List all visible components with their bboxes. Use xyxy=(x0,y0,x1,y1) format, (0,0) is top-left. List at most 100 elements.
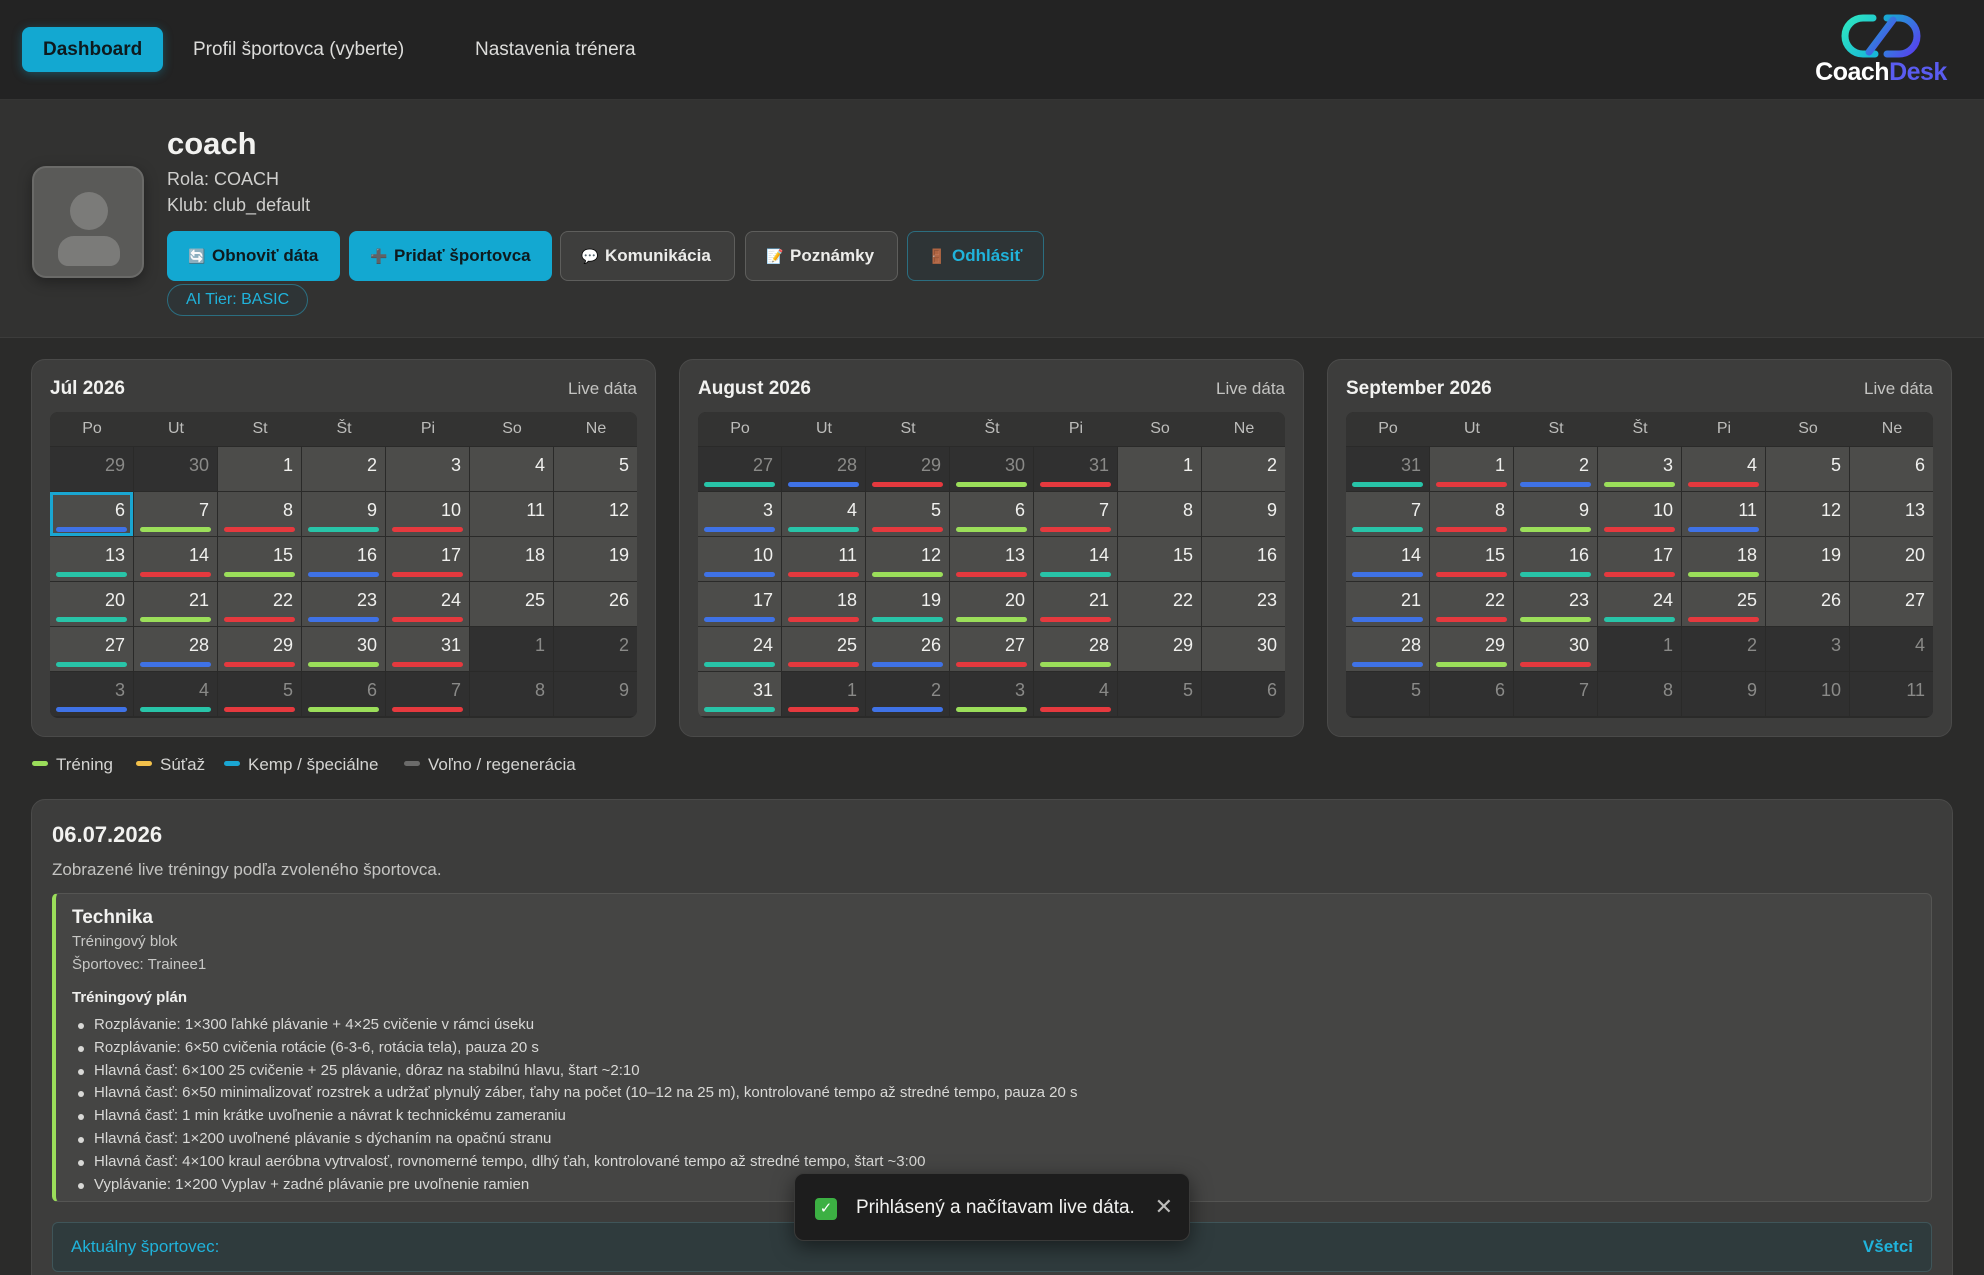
calendar-day[interactable]: 18 xyxy=(782,582,865,626)
calendar-day[interactable]: 11 xyxy=(1682,492,1765,536)
close-icon[interactable]: ✕ xyxy=(1155,1194,1173,1220)
calendar-day[interactable]: 7 xyxy=(134,492,217,536)
calendar-day[interactable]: 11 xyxy=(782,537,865,581)
calendar-day[interactable]: 2 xyxy=(1682,627,1765,671)
calendar-day[interactable]: 4 xyxy=(1682,447,1765,491)
calendar-day[interactable]: 28 xyxy=(134,627,217,671)
calendar-day[interactable]: 31 xyxy=(386,627,469,671)
calendar-day[interactable]: 10 xyxy=(1766,672,1849,716)
calendar-day[interactable]: 8 xyxy=(1430,492,1513,536)
calendar-day[interactable]: 6 xyxy=(1202,672,1285,716)
calendar-day[interactable]: 6 xyxy=(1430,672,1513,716)
calendar-day[interactable]: 9 xyxy=(1514,492,1597,536)
calendar-day[interactable]: 14 xyxy=(1034,537,1117,581)
coachdesk-logo[interactable]: CoachDesk xyxy=(1806,8,1956,92)
calendar-day[interactable]: 2 xyxy=(302,447,385,491)
notes-button[interactable]: 📝 Poznámky xyxy=(745,231,898,281)
calendar-day[interactable]: 20 xyxy=(1850,537,1933,581)
calendar-day[interactable]: 24 xyxy=(1598,582,1681,626)
calendar-day[interactable]: 26 xyxy=(1766,582,1849,626)
calendar-day[interactable]: 29 xyxy=(1118,627,1201,671)
calendar-day[interactable]: 6 xyxy=(302,672,385,716)
calendar-day[interactable]: 6 xyxy=(950,492,1033,536)
calendar-day-selected[interactable]: 6 xyxy=(50,492,133,536)
calendar-day[interactable]: 2 xyxy=(1202,447,1285,491)
calendar-day[interactable]: 25 xyxy=(1682,582,1765,626)
calendar-day[interactable]: 11 xyxy=(1850,672,1933,716)
calendar-day[interactable]: 8 xyxy=(218,492,301,536)
calendar-day[interactable]: 30 xyxy=(302,627,385,671)
calendar-day[interactable]: 27 xyxy=(50,627,133,671)
calendar-day[interactable]: 25 xyxy=(782,627,865,671)
calendar-day[interactable]: 15 xyxy=(1430,537,1513,581)
calendar-day[interactable]: 21 xyxy=(1034,582,1117,626)
calendar-day[interactable]: 15 xyxy=(218,537,301,581)
calendar-day[interactable]: 5 xyxy=(1766,447,1849,491)
calendar-day[interactable]: 22 xyxy=(1118,582,1201,626)
calendar-day[interactable]: 9 xyxy=(554,672,637,716)
calendar-day[interactable]: 24 xyxy=(386,582,469,626)
calendar-day[interactable]: 17 xyxy=(698,582,781,626)
calendar-day[interactable]: 9 xyxy=(1682,672,1765,716)
calendar-day[interactable]: 29 xyxy=(866,447,949,491)
calendar-day[interactable]: 10 xyxy=(386,492,469,536)
calendar-day[interactable]: 17 xyxy=(1598,537,1681,581)
calendar-day[interactable]: 3 xyxy=(50,672,133,716)
calendar-day[interactable]: 3 xyxy=(1766,627,1849,671)
calendar-day[interactable]: 30 xyxy=(1514,627,1597,671)
calendar-day[interactable]: 22 xyxy=(218,582,301,626)
calendar-day[interactable]: 8 xyxy=(470,672,553,716)
calendar-day[interactable]: 6 xyxy=(1850,447,1933,491)
calendar-day[interactable]: 1 xyxy=(1598,627,1681,671)
calendar-day[interactable]: 2 xyxy=(866,672,949,716)
calendar-day[interactable]: 11 xyxy=(470,492,553,536)
calendar-day[interactable]: 19 xyxy=(1766,537,1849,581)
logout-button[interactable]: 🚪 Odhlásiť xyxy=(907,231,1044,281)
calendar-day[interactable]: 20 xyxy=(50,582,133,626)
calendar-day[interactable]: 7 xyxy=(1514,672,1597,716)
calendar-day[interactable]: 26 xyxy=(866,627,949,671)
calendar-day[interactable]: 16 xyxy=(1202,537,1285,581)
calendar-day[interactable]: 24 xyxy=(698,627,781,671)
communication-button[interactable]: 💬 Komunikácia xyxy=(560,231,735,281)
refresh-data-button[interactable]: 🔄 Obnoviť dáta xyxy=(167,231,340,281)
calendar-day[interactable]: 16 xyxy=(1514,537,1597,581)
calendar-day[interactable]: 18 xyxy=(1682,537,1765,581)
calendar-day[interactable]: 1 xyxy=(218,447,301,491)
calendar-day[interactable]: 23 xyxy=(1514,582,1597,626)
calendar-day[interactable]: 18 xyxy=(470,537,553,581)
calendar-day[interactable]: 13 xyxy=(1850,492,1933,536)
calendar-day[interactable]: 31 xyxy=(1034,447,1117,491)
calendar-day[interactable]: 12 xyxy=(866,537,949,581)
calendar-day[interactable]: 12 xyxy=(1766,492,1849,536)
calendar-day[interactable]: 31 xyxy=(1346,447,1429,491)
calendar-day[interactable]: 8 xyxy=(1118,492,1201,536)
calendar-day[interactable]: 21 xyxy=(1346,582,1429,626)
calendar-day[interactable]: 2 xyxy=(554,627,637,671)
nav-athlete-profile[interactable]: Profil športovca (vyberte) xyxy=(172,27,425,72)
calendar-day[interactable]: 10 xyxy=(1598,492,1681,536)
calendar-day[interactable]: 1 xyxy=(1118,447,1201,491)
calendar-day[interactable]: 13 xyxy=(950,537,1033,581)
calendar-day[interactable]: 27 xyxy=(1850,582,1933,626)
calendar-day[interactable]: 25 xyxy=(470,582,553,626)
calendar-day[interactable]: 5 xyxy=(554,447,637,491)
calendar-day[interactable]: 5 xyxy=(866,492,949,536)
calendar-day[interactable]: 30 xyxy=(950,447,1033,491)
calendar-day[interactable]: 22 xyxy=(1430,582,1513,626)
calendar-day[interactable]: 5 xyxy=(218,672,301,716)
calendar-day[interactable]: 4 xyxy=(1034,672,1117,716)
calendar-day[interactable]: 28 xyxy=(1346,627,1429,671)
calendar-day[interactable]: 13 xyxy=(50,537,133,581)
calendar-day[interactable]: 14 xyxy=(1346,537,1429,581)
calendar-day[interactable]: 19 xyxy=(866,582,949,626)
calendar-day[interactable]: 3 xyxy=(698,492,781,536)
calendar-day[interactable]: 9 xyxy=(1202,492,1285,536)
calendar-day[interactable]: 4 xyxy=(1850,627,1933,671)
calendar-day[interactable]: 29 xyxy=(1430,627,1513,671)
calendar-day[interactable]: 20 xyxy=(950,582,1033,626)
calendar-day[interactable]: 3 xyxy=(1598,447,1681,491)
calendar-day[interactable]: 4 xyxy=(782,492,865,536)
nav-dashboard[interactable]: Dashboard xyxy=(22,27,164,72)
calendar-day[interactable]: 23 xyxy=(1202,582,1285,626)
